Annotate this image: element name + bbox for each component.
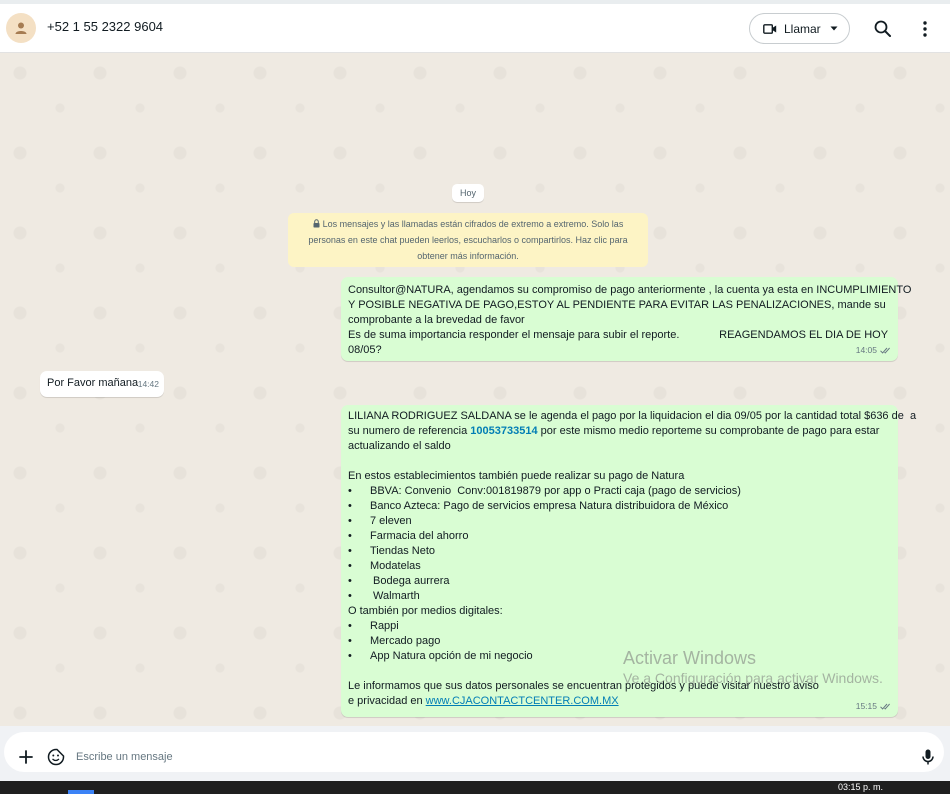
message-line: Le informamos que sus datos personales s… bbox=[348, 680, 819, 692]
contact-name[interactable]: +52 1 55 2322 9604 bbox=[47, 19, 163, 34]
avatar[interactable] bbox=[6, 13, 36, 43]
message-time: 14:42 bbox=[137, 379, 159, 389]
message-time: 14:05 bbox=[856, 343, 892, 358]
message-line: Consultor@NATURA, agendamos su compromis… bbox=[348, 284, 912, 296]
sticker-button[interactable] bbox=[46, 747, 66, 767]
incoming-message[interactable]: Por Favor mañana 14:42 bbox=[40, 371, 164, 397]
call-button[interactable]: Llamar bbox=[749, 13, 850, 44]
day-separator: Hoy bbox=[452, 184, 484, 202]
video-icon bbox=[763, 23, 777, 34]
message-line: Es de suma importancia responder el mens… bbox=[348, 329, 889, 341]
message-composer bbox=[0, 726, 950, 781]
message-line: actualizando el saldo bbox=[348, 440, 451, 452]
caret-down-icon bbox=[830, 26, 838, 31]
list-item: • App Natura opción de mi negocio bbox=[348, 650, 533, 662]
attach-button[interactable] bbox=[16, 747, 36, 767]
lock-icon bbox=[313, 219, 320, 228]
list-item: • Farmacia del ahorro bbox=[348, 530, 469, 542]
microphone-icon bbox=[922, 749, 934, 765]
list-item: • Rappi bbox=[348, 620, 399, 632]
message-line: LILIANA RODRIGUEZ SALDANA se le agenda e… bbox=[348, 410, 917, 422]
menu-button[interactable] bbox=[914, 18, 936, 40]
message-line: comprobante a la brevedad de favor bbox=[348, 314, 525, 326]
search-button[interactable] bbox=[872, 18, 894, 40]
list-item: • Bodega aurrera bbox=[348, 575, 450, 587]
taskbar-clock: 03:15 p. m. bbox=[838, 782, 884, 792]
privacy-link[interactable]: www.CJACONTACTCENTER.COM.MX bbox=[426, 695, 619, 707]
notice-line: obtener más información. bbox=[417, 251, 519, 261]
notice-line: Los mensajes y las llamadas están cifrad… bbox=[296, 216, 640, 232]
message-line: O también por medios digitales: bbox=[348, 605, 503, 617]
call-button-label: Llamar bbox=[784, 21, 821, 36]
double-check-icon bbox=[880, 347, 890, 354]
message-line: e privacidad en www.CJACONTACTCENTER.COM… bbox=[348, 695, 619, 707]
chat-area[interactable]: Hoy Los mensajes y las llamadas están ci… bbox=[0, 53, 950, 726]
person-icon bbox=[15, 22, 27, 34]
list-item: • Walmarth bbox=[348, 590, 420, 602]
list-item: • Mercado pago bbox=[348, 635, 441, 647]
message-input[interactable] bbox=[76, 745, 896, 769]
composer-box bbox=[4, 732, 944, 772]
message-line: En estos establecimientos también puede … bbox=[348, 470, 685, 482]
list-item: • BBVA: Convenio Conv:001819879 por app o… bbox=[348, 485, 741, 497]
message-line: su numero de referencia 10053733514 por … bbox=[348, 425, 880, 437]
voice-message-button[interactable] bbox=[918, 747, 938, 767]
plus-icon bbox=[19, 750, 33, 764]
message-time: 15:15 bbox=[856, 699, 892, 714]
list-item: • 7 eleven bbox=[348, 515, 412, 527]
message-text: Por Favor mañana bbox=[47, 377, 139, 389]
list-item: • Banco Azteca: Pago de servicios empresa… bbox=[348, 500, 729, 512]
outgoing-message[interactable]: Consultor@NATURA, agendamos su compromis… bbox=[341, 277, 912, 361]
list-item: • Tiendas Neto bbox=[348, 545, 436, 557]
reference-number-link[interactable]: 10053733514 bbox=[470, 425, 537, 437]
message-line: Y POSIBLE NEGATIVA DE PAGO,ESTOY AL PEND… bbox=[348, 299, 886, 311]
outgoing-message[interactable]: LILIANA RODRIGUEZ SALDANA se le agenda e… bbox=[341, 405, 917, 717]
notice-line: personas en este chat pueden leerlos, es… bbox=[308, 235, 628, 245]
os-taskbar: 03:15 p. m. bbox=[0, 781, 950, 794]
kebab-menu-icon bbox=[923, 21, 927, 37]
encryption-notice[interactable]: Los mensajes y las llamadas están cifrad… bbox=[288, 213, 648, 267]
taskbar-app-indicator[interactable] bbox=[68, 790, 94, 794]
sticker-icon bbox=[47, 748, 65, 766]
search-icon bbox=[874, 20, 891, 37]
chat-header: +52 1 55 2322 9604 Llamar bbox=[0, 0, 950, 53]
double-check-icon bbox=[880, 703, 890, 710]
message-line: 08/05? bbox=[348, 344, 382, 356]
list-item: • Modatelas bbox=[348, 560, 421, 572]
